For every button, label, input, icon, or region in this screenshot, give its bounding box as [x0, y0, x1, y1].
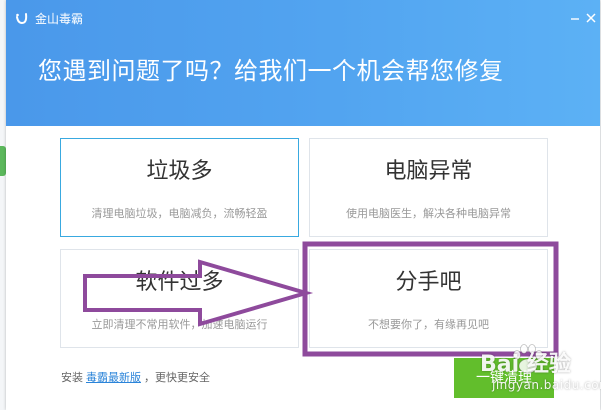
- option-title: 垃圾多: [146, 159, 213, 184]
- option-card-too-many-apps[interactable]: 软件过多 立即清理不常用软件，加速电脑运行: [60, 249, 299, 348]
- option-card-break-up[interactable]: 分手吧 不想要你了，有缘再见吧: [309, 249, 548, 348]
- option-card-pc-abnormal[interactable]: 电脑异常 使用电脑医生，解决各种电脑异常: [309, 138, 548, 237]
- close-button[interactable]: [582, 9, 600, 27]
- window-title: 金山毒霸: [35, 12, 84, 26]
- install-suffix: ，更快更安全: [144, 371, 210, 384]
- headline: 您遇到问题了吗？给我们一个机会帮您修复: [38, 57, 504, 85]
- install-promo: 安装 毒霸最新版 ，更快更安全: [61, 371, 210, 385]
- option-title: 分手吧: [395, 270, 462, 295]
- header: 金山毒霸 您遇到问题了吗？给我们一个机会帮您修复: [6, 0, 600, 126]
- option-title: 软件过多: [135, 270, 224, 295]
- option-card-junk[interactable]: 垃圾多 清理电脑垃圾，电脑减负，流畅轻盈: [60, 138, 299, 237]
- minimize-icon: [571, 18, 579, 20]
- option-description: 清理电脑垃圾，电脑减负，流畅轻盈: [91, 207, 268, 220]
- option-title: 电脑异常: [384, 159, 473, 184]
- option-description: 立即清理不常用软件，加速电脑运行: [91, 318, 268, 331]
- option-description: 不想要你了，有缘再见吧: [368, 318, 489, 331]
- one-click-clean-button[interactable]: 一键清理: [454, 358, 554, 398]
- install-prefix: 安装: [61, 371, 83, 384]
- duba-logo-icon: [16, 13, 28, 25]
- close-icon: [586, 13, 596, 23]
- install-latest-link[interactable]: 毒霸最新版: [86, 371, 141, 384]
- option-description: 使用电脑医生，解决各种电脑异常: [346, 207, 511, 220]
- dialog-window: 金山毒霸 您遇到问题了吗？给我们一个机会帮您修复 垃圾多 清理电脑垃圾，电脑减负…: [6, 0, 600, 410]
